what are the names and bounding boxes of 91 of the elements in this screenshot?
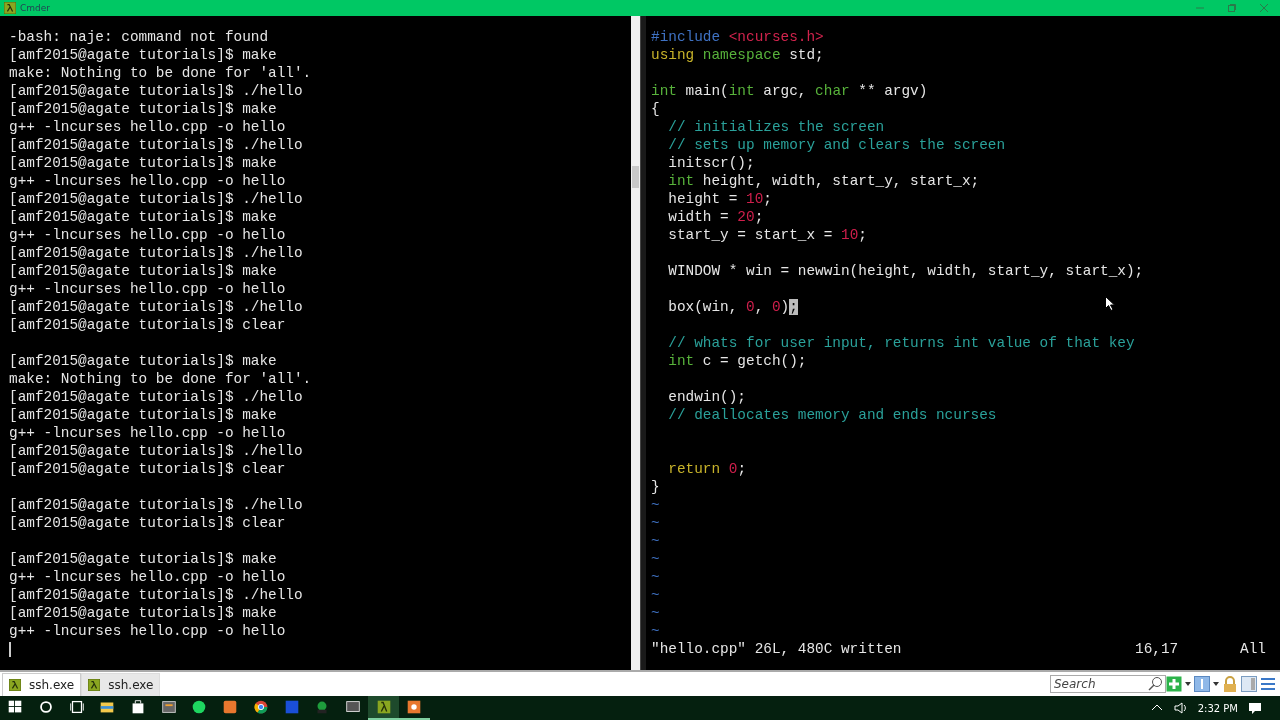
console-tab[interactable]: ssh.exe: [81, 672, 161, 696]
code-line: {: [651, 100, 660, 118]
notification-icon[interactable]: [1248, 701, 1262, 715]
code-line: }: [651, 478, 660, 496]
code-line: using namespace std;: [651, 46, 824, 64]
terminal-line: [amf2015@agate tutorials]$ make: [9, 46, 277, 64]
terminal-line: [amf2015@agate tutorials]$ make: [9, 550, 277, 568]
code-line: initscr();: [667, 154, 755, 172]
code-line: start_y = start_x = 10;: [667, 226, 867, 244]
panel-icon[interactable]: [1194, 676, 1210, 692]
code-line: width = 20;: [667, 208, 764, 226]
terminal-line: g++ -lncurses hello.cpp -o hello: [9, 226, 286, 244]
terminal-line: g++ -lncurses hello.cpp -o hello: [9, 280, 286, 298]
code-line: box(win, 0, 0);: [667, 298, 798, 316]
status-message: "hello.cpp" 26L, 480C written: [651, 640, 902, 658]
terminal-line: [amf2015@agate tutorials]$ ./hello: [9, 388, 303, 406]
terminal-line: make: Nothing to be done for 'all'.: [9, 64, 312, 82]
tile-app-icon[interactable]: [285, 700, 298, 714]
terminal-line: -bash: naje: command not found: [9, 28, 269, 46]
terminal-line: [amf2015@agate tutorials]$ clear: [9, 514, 286, 532]
terminal-line: g++ -lncurses hello.cpp -o hello: [9, 118, 286, 136]
shopping-bag-icon[interactable]: [132, 700, 144, 714]
terminal-line: [amf2015@agate tutorials]$ ./hello: [9, 496, 303, 514]
terminal-line: [amf2015@agate tutorials]$ ./hello: [9, 82, 303, 100]
terminal-line: [amf2015@agate tutorials]$ ./hello: [9, 442, 303, 460]
lambda-icon: [4, 2, 16, 14]
lambda-icon: [88, 678, 101, 691]
search-field[interactable]: Search: [1050, 675, 1166, 693]
dot-app-icon[interactable]: [408, 700, 421, 714]
terminal-line: [amf2015@agate tutorials]$ ./hello: [9, 244, 303, 262]
empty-line-marker: ~: [651, 586, 660, 604]
code-line: endwin();: [667, 388, 746, 406]
code-line: int c = getch();: [667, 352, 807, 370]
text-cursor: [9, 641, 11, 657]
code-line: height = 10;: [667, 190, 772, 208]
empty-line-marker: ~: [651, 496, 660, 514]
lambda-icon: [9, 678, 21, 691]
terminal-line: g++ -lncurses hello.cpp -o hello: [9, 172, 286, 190]
code-line: WINDOW * win = newwin(height, width, start_y, start_x);: [667, 262, 1144, 280]
scroll-position: All: [1239, 640, 1266, 658]
circle-icon[interactable]: [40, 701, 52, 713]
empty-line-marker: ~: [651, 568, 660, 586]
code-line: // whats for user input, returns int value of that key: [667, 334, 1135, 352]
cursor-position: 16,17: [1135, 640, 1180, 658]
task-view-icon[interactable]: [69, 700, 84, 714]
monitor-icon[interactable]: [346, 701, 360, 712]
text-editor-icon[interactable]: [162, 701, 176, 713]
terminal-line: [amf2015@agate tutorials]$ make: [9, 604, 277, 622]
square-app-icon[interactable]: [223, 700, 237, 714]
code-line: // initializes the screen: [667, 118, 885, 136]
scrollbar-thumb[interactable]: [632, 166, 639, 188]
terminal-line: g++ -lncurses hello.cpp -o hello: [9, 622, 286, 640]
code-line: int height, width, start_y, start_x;: [667, 172, 980, 190]
empty-line-marker: ~: [651, 532, 660, 550]
speaker-icon[interactable]: [1173, 701, 1188, 715]
terminal-line: g++ -lncurses hello.cpp -o hello: [9, 424, 286, 442]
caret-icon[interactable]: [1213, 682, 1219, 686]
window-title: Cmder: [20, 3, 50, 13]
mouse-pointer-icon: [1105, 296, 1115, 311]
code-line: int main(int argc, char ** argv): [651, 82, 928, 100]
terminal-line: [amf2015@agate tutorials]$ make: [9, 406, 277, 424]
terminal-line: [amf2015@agate tutorials]$ ./hello: [9, 190, 303, 208]
terminal-line: [amf2015@agate tutorials]$ make: [9, 100, 277, 118]
lambda-app-icon[interactable]: [377, 700, 390, 714]
terminal-line: [amf2015@agate tutorials]$ ./hello: [9, 586, 303, 604]
terminal-line: [amf2015@agate tutorials]$ clear: [9, 316, 286, 334]
browser-icon[interactable]: [254, 700, 268, 714]
code-line: // deallocates memory and ends ncurses: [667, 406, 997, 424]
empty-line-marker: ~: [651, 604, 660, 622]
empty-line-marker: ~: [651, 622, 660, 640]
empty-line-marker: ~: [651, 550, 660, 568]
terminal-line: [amf2015@agate tutorials]$ ./hello: [9, 298, 303, 316]
folder-icon[interactable]: [101, 702, 114, 713]
empty-line-marker: ~: [651, 514, 660, 532]
terminal-line: make: Nothing to be done for 'all'.: [9, 370, 312, 388]
terminal-line: [amf2015@agate tutorials]$ make: [9, 352, 277, 370]
terminal-line: [amf2015@agate tutorials]$ make: [9, 208, 277, 226]
caret-icon[interactable]: [1185, 682, 1191, 686]
menu-icon[interactable]: [1260, 676, 1276, 692]
code-line: return 0;: [667, 460, 746, 478]
terminal-line: g++ -lncurses hello.cpp -o hello: [9, 568, 286, 586]
scrollbar[interactable]: [631, 16, 640, 670]
terminal-line: [amf2015@agate tutorials]$ make: [9, 262, 277, 280]
clock[interactable]: 2:32 PM: [1197, 702, 1238, 714]
code-line: // sets up memory and clears the screen: [667, 136, 1006, 154]
code-line: #include <ncurses.h>: [651, 28, 824, 46]
windows-logo-icon[interactable]: [9, 700, 22, 713]
terminal-line: [amf2015@agate tutorials]$ ./hello: [9, 136, 303, 154]
terminal-line: [amf2015@agate tutorials]$ clear: [9, 460, 286, 478]
terminal-line: [amf2015@agate tutorials]$ make: [9, 154, 277, 172]
console-tab[interactable]: ssh.exe: [2, 672, 82, 696]
